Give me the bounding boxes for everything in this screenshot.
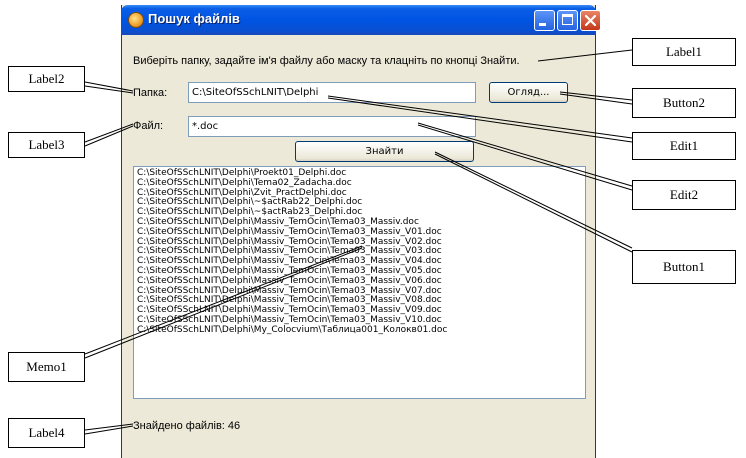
browse-button[interactable]: Огляд... xyxy=(489,82,568,103)
minimize-icon xyxy=(539,23,546,26)
callout-button1: Button1 xyxy=(632,250,736,284)
found-count-label: Знайдено файлів: 46 xyxy=(133,420,241,432)
results-memo[interactable]: C:\SiteOfSSchLNIT\Delphi\Proekt01_Delphi… xyxy=(133,166,586,399)
window-title: Пошук файлів xyxy=(148,11,240,26)
close-icon xyxy=(584,14,597,27)
maximize-icon xyxy=(562,14,573,25)
callout-edit2: Edit2 xyxy=(632,180,736,210)
app-icon xyxy=(128,12,144,28)
title-bar[interactable]: Пошук файлів xyxy=(121,5,601,35)
memo-line: C:\SiteOfSSchLNIT\Delphi\My_Colocvium\Та… xyxy=(137,324,448,335)
file-edit[interactable]: *.doc xyxy=(188,116,476,137)
callout-label4: Label4 xyxy=(8,418,85,448)
diagram-scene: Пошук файлів Виберіть папку, задайте ім'… xyxy=(0,0,746,458)
callout-label2: Label2 xyxy=(8,66,85,92)
instruction-label: Виберіть папку, задайте ім'я файлу або м… xyxy=(133,55,520,67)
maximize-button[interactable] xyxy=(557,10,578,31)
folder-edit[interactable]: C:\SiteOfSSchLNIT\Delphi xyxy=(188,82,476,103)
minimize-button[interactable] xyxy=(534,10,555,31)
file-label: Файл: xyxy=(133,120,164,132)
callout-button2: Button2 xyxy=(632,88,736,118)
folder-label: Папка: xyxy=(133,87,168,99)
close-button[interactable] xyxy=(580,10,601,31)
find-button[interactable]: Знайти xyxy=(295,141,474,162)
callout-memo1: Memo1 xyxy=(8,352,85,382)
callout-label3: Label3 xyxy=(8,132,85,158)
callout-edit1: Edit1 xyxy=(632,132,736,160)
callout-label1: Label1 xyxy=(632,38,736,66)
